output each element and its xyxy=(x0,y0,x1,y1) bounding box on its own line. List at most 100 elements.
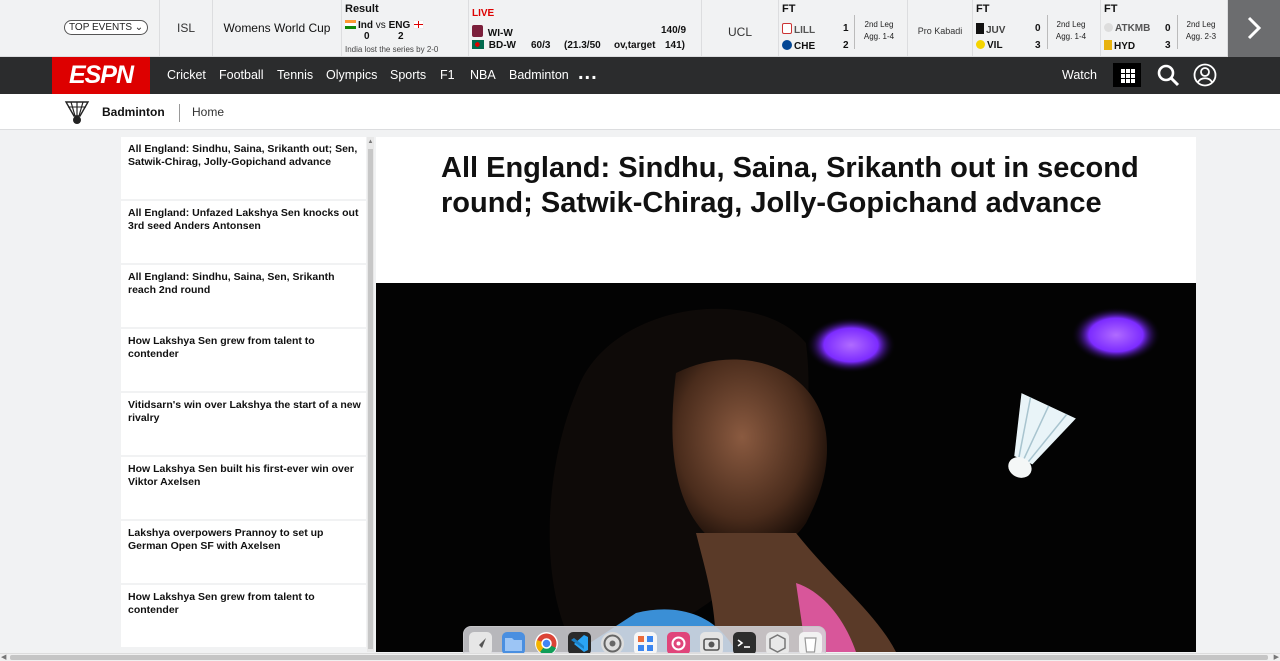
nav-f1[interactable]: F1 xyxy=(440,57,455,94)
bd-flag-icon xyxy=(472,40,484,49)
team1-row: LILL xyxy=(782,23,815,36)
team1-row: JUV xyxy=(976,23,1005,36)
trash-icon[interactable] xyxy=(799,632,822,655)
scoreboard-strip: TOP EVENTS ⌄ ISL Womens World Cup Result… xyxy=(0,0,1280,57)
top-events-dropdown[interactable]: TOP EVENTS ⌄ xyxy=(64,20,149,35)
scroll-right-icon[interactable]: ▶ xyxy=(1274,653,1279,661)
hyderabad-crest-icon xyxy=(1104,40,1112,50)
screen-recorder-icon[interactable] xyxy=(667,632,690,655)
hero-photo xyxy=(376,283,1196,652)
list-item[interactable]: All England: Sindhu, Saina, Srikanth out… xyxy=(121,137,366,199)
chelsea-crest-icon xyxy=(782,40,792,50)
more-menu-button[interactable]: ... xyxy=(578,57,598,89)
home-link[interactable]: Home xyxy=(192,94,224,130)
womens-world-cup-link[interactable]: Womens World Cup xyxy=(213,0,342,57)
villarreal-crest-icon xyxy=(976,40,985,49)
pro-kabaddi-link[interactable]: Pro Kabadi xyxy=(908,0,973,57)
isl-link[interactable]: ISL xyxy=(160,0,213,57)
list-item[interactable]: How Lakshya Sen built his first-ever win… xyxy=(121,457,366,519)
live-team1-row: WI-W xyxy=(472,25,513,39)
live-team2-row: BD-W xyxy=(472,40,516,51)
match-status: Result xyxy=(345,3,379,15)
top-events-cell: TOP EVENTS ⌄ xyxy=(0,0,160,57)
horizontal-scrollbar[interactable]: ◀ ▶ xyxy=(0,653,1280,661)
india-flag-icon xyxy=(345,20,356,29)
scroll-left-icon[interactable]: ◀ xyxy=(1,653,6,661)
match-status: FT xyxy=(1104,3,1118,15)
screenshot-icon[interactable] xyxy=(700,632,723,655)
nav-football[interactable]: Football xyxy=(219,57,263,94)
grid-icon[interactable] xyxy=(1113,63,1141,87)
nav-olympics[interactable]: Olympics xyxy=(326,57,377,94)
chevron-down-icon: ⌄ xyxy=(134,22,144,33)
ucl-link[interactable]: UCL xyxy=(702,0,779,57)
launchpad-icon[interactable] xyxy=(469,632,492,655)
nav-tennis[interactable]: Tennis xyxy=(277,57,313,94)
england-flag-icon xyxy=(413,20,425,29)
leg-label: 2nd Leg xyxy=(1186,20,1216,29)
list-item[interactable]: How Lakshya Sen grew from talent to cont… xyxy=(121,329,366,391)
user-icon[interactable] xyxy=(1193,63,1217,87)
espn-logo[interactable]: ESPN xyxy=(52,57,150,94)
nav-nba[interactable]: NBA xyxy=(470,57,496,94)
top-events-label: TOP EVENTS xyxy=(69,22,132,33)
scrollbar-thumb[interactable] xyxy=(368,149,373,649)
main-nav: ESPN Cricket Football Tennis Olympics Sp… xyxy=(0,57,1280,94)
team1-name: Ind xyxy=(358,20,373,31)
lille-crest-icon xyxy=(782,23,792,34)
team1-name: ATKMB xyxy=(1115,23,1151,34)
files-icon[interactable] xyxy=(502,632,525,655)
scroll-up-icon[interactable]: ▲ xyxy=(367,137,374,147)
team2-score: 3 xyxy=(1165,40,1171,51)
list-item[interactable]: All England: Unfazed Lakshya Sen knocks … xyxy=(121,201,366,263)
team2-row: VIL xyxy=(976,40,1003,51)
team1-name: LILL xyxy=(794,25,816,36)
list-item[interactable]: All England: Sindhu, Saina, Sen, Srikant… xyxy=(121,265,366,327)
trash-settings-icon[interactable] xyxy=(766,632,789,655)
score-card-atkmb-hyd[interactable]: FT ATKMB 0 HYD 3 2nd Leg Agg. 2-3 xyxy=(1101,0,1228,57)
score-card-juv-vil[interactable]: FT JUV 0 VIL 3 2nd Leg Agg. 1-4 xyxy=(973,0,1101,57)
terminal-icon[interactable] xyxy=(733,632,756,655)
chrome-icon[interactable] xyxy=(535,632,558,655)
live-team2-target-label: ov,target xyxy=(614,40,656,51)
sidebar-scrollbar[interactable]: ▲ xyxy=(367,137,374,652)
match-status: FT xyxy=(976,3,990,15)
team2-score: 3 xyxy=(1035,40,1041,51)
vs-label: vs xyxy=(375,20,386,31)
live-team2-score: 60/3 xyxy=(531,40,551,51)
score2: 2 xyxy=(398,31,404,42)
atkmb-crest-icon xyxy=(1104,23,1113,32)
match-teams: Ind vs ENG xyxy=(345,20,426,31)
live-team2: BD-W xyxy=(488,40,516,51)
nav-badminton[interactable]: Badminton xyxy=(509,57,569,94)
list-item[interactable]: How Lakshya Sen grew from talent to cont… xyxy=(121,585,366,647)
match-status: FT xyxy=(782,3,796,15)
team2-score: 2 xyxy=(843,40,849,51)
scrollbar-thumb[interactable] xyxy=(10,655,1268,660)
settings-icon[interactable] xyxy=(601,632,624,655)
list-item[interactable]: Vitidsarn's win over Lakshya the start o… xyxy=(121,393,366,455)
live-team2-target: 141) xyxy=(665,40,686,51)
score-card-lill-che[interactable]: FT LILL 1 CHE 2 2nd Leg Agg. 1-4 xyxy=(779,0,908,57)
nav-cricket[interactable]: Cricket xyxy=(167,57,206,94)
score-card-live[interactable]: LIVE WI-W 140/9 BD-W 60/3 (21.3/50 ov,ta… xyxy=(469,0,702,57)
sport-title[interactable]: Badminton xyxy=(102,94,165,130)
match-note: India lost the series by 2-0 xyxy=(345,45,439,54)
score-card-ind-eng[interactable]: Result Ind vs ENG 0 2 India lost the ser… xyxy=(342,0,469,57)
agg-label: Agg. 1-4 xyxy=(863,32,895,41)
vscode-icon[interactable] xyxy=(568,632,591,655)
team1-score: 1 xyxy=(843,23,849,34)
article-hero-image[interactable] xyxy=(376,283,1196,652)
calculator-icon[interactable] xyxy=(634,632,657,655)
sport-subnav: Badminton Home xyxy=(0,94,1280,130)
chevron-right-icon[interactable] xyxy=(1228,0,1280,57)
list-item[interactable]: Lakshya overpowers Prannoy to set up Ger… xyxy=(121,521,366,583)
related-articles-list: All England: Sindhu, Saina, Srikanth out… xyxy=(121,137,368,652)
team1-row: ATKMB xyxy=(1104,23,1150,34)
team2-name: ENG xyxy=(388,20,411,31)
live-team2-overs: (21.3/50 xyxy=(564,40,601,51)
nav-sports[interactable]: Sports xyxy=(390,57,426,94)
search-icon[interactable] xyxy=(1156,63,1180,87)
watch-link[interactable]: Watch xyxy=(1062,57,1097,94)
team2-row: CHE xyxy=(782,40,815,52)
